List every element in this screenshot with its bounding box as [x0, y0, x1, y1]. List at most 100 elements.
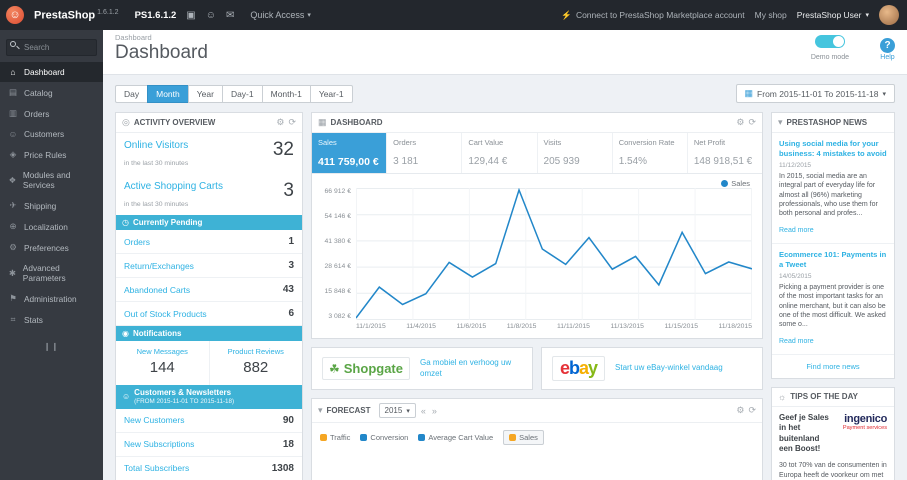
refresh-icon[interactable]: ⟳: [288, 117, 296, 128]
kpi-cart-value[interactable]: Cart Value 129,44 €: [462, 133, 538, 173]
year-select[interactable]: 2015 ▾: [378, 403, 416, 418]
legend-label: Conversion: [370, 433, 409, 442]
breadcrumb[interactable]: Dashboard: [115, 33, 895, 42]
x-tick: 11/15/2015: [664, 323, 698, 330]
forecast-legend-conversion[interactable]: Conversion: [360, 433, 408, 442]
gear-icon[interactable]: ⚙: [276, 117, 284, 128]
sidebar-item-dashboard[interactable]: ⌂ Dashboard: [0, 62, 103, 82]
refresh-icon[interactable]: ⟳: [748, 405, 756, 416]
range-button-month-1[interactable]: Month-1: [261, 84, 311, 103]
prestashop-logo-icon[interactable]: ☺: [6, 6, 24, 24]
legend-label: Sales: [519, 433, 538, 442]
messages-icon[interactable]: ✉: [226, 10, 234, 21]
brand-link[interactable]: PrestaShop 1.6.1.2: [34, 9, 119, 22]
demo-mode-control: Demo mode: [811, 35, 849, 61]
avatar[interactable]: [879, 5, 899, 25]
y-tick: 15 848 €: [324, 288, 351, 295]
kpi-sales[interactable]: Sales 411 759,00 €: [312, 133, 388, 173]
gear-icon[interactable]: ⚙: [736, 117, 744, 128]
range-button-day[interactable]: Day: [115, 84, 149, 103]
sidebar-item-stats[interactable]: ⌗ Stats: [0, 309, 103, 330]
ebay-link[interactable]: Start uw eBay-winkel vandaag: [615, 363, 723, 373]
user-menu-label: PrestaShop User: [796, 10, 862, 20]
sidebar-item-preferences[interactable]: ⚙ Preferences: [0, 237, 103, 258]
collapse-caret-icon[interactable]: ▾: [318, 405, 323, 416]
user-menu[interactable]: PrestaShop User ▾: [797, 10, 869, 20]
my-shop-link[interactable]: My shop: [755, 10, 787, 20]
kpi-conversion-rate[interactable]: Conversion Rate 1.54%: [613, 133, 688, 173]
dashboard-icon: ⌂: [10, 67, 16, 77]
chart-legend[interactable]: Sales: [721, 179, 750, 188]
find-more-news-link[interactable]: Find more news: [772, 355, 894, 378]
customers-icon[interactable]: ☺: [206, 10, 216, 21]
customers-row: Total Subscribers 1308: [116, 457, 302, 480]
marketplace-link[interactable]: ⚡ Connect to PrestaShop Marketplace acco…: [561, 10, 744, 21]
gear-icon[interactable]: ⚙: [736, 405, 744, 416]
question-icon: ?: [880, 38, 895, 53]
sidebar-item-customers[interactable]: ☺ Customers: [0, 124, 103, 144]
sidebar-item-label: Dashboard: [24, 67, 65, 77]
date-range-picker[interactable]: ▦ From 2015-11-01 To 2015-11-18 ▾: [735, 84, 895, 103]
news-article-title[interactable]: Ecommerce 101: Payments in a Tweet: [779, 250, 887, 270]
sidebar-item-administration[interactable]: ⚑ Administration: [0, 288, 103, 309]
news-article-title[interactable]: Using social media for your business: 4 …: [779, 139, 887, 159]
new-messages-link[interactable]: New Messages: [118, 347, 207, 356]
kpi-orders[interactable]: Orders 3 181: [387, 133, 463, 173]
legend-label: Sales: [731, 179, 750, 188]
active-carts-sub: in the last 30 minutes: [124, 201, 189, 208]
new-customers-link[interactable]: New Customers: [124, 415, 184, 425]
demo-mode-toggle[interactable]: [814, 35, 845, 48]
help-button[interactable]: ? Help: [880, 35, 895, 61]
shopgate-link[interactable]: Ga mobiel en verhoog uw omzet: [420, 358, 522, 379]
topbar: ☺ PrestaShop 1.6.1.2 PS1.6.1.2 ▣ ☺ ✉ Quic…: [0, 0, 907, 30]
forecast-legend-average-cart-value[interactable]: Average Cart Value: [418, 433, 493, 442]
sidebar-search: [0, 30, 103, 62]
dashboard-panel-title: DASHBOARD: [330, 118, 383, 127]
tip-body: 30 tot 70% van de consumenten in Europa …: [779, 462, 887, 480]
ingenico-brand: ingenico: [844, 412, 887, 425]
sidebar-item-localization[interactable]: ⊕ Localization: [0, 216, 103, 237]
activity-icon: ◎: [122, 117, 130, 127]
customers-section-title: Customers & Newsletters: [134, 388, 232, 397]
kpi-net-profit[interactable]: Net Profit 148 918,51 €: [688, 133, 762, 173]
sidebar-item-catalog[interactable]: ▤ Catalog: [0, 82, 103, 103]
range-button-year-1[interactable]: Year-1: [309, 84, 353, 103]
sidebar-item-modules[interactable]: ❖ Modules and Services: [0, 165, 103, 195]
read-more-link[interactable]: Read more: [779, 227, 814, 234]
y-tick: 66 912 €: [324, 188, 351, 195]
shipping-icon: ✈: [9, 200, 17, 210]
total-subscribers-link[interactable]: Total Subscribers: [124, 463, 189, 473]
active-carts-link[interactable]: Active Shopping Carts: [124, 181, 223, 200]
refresh-icon[interactable]: ⟳: [748, 117, 756, 128]
read-more-link[interactable]: Read more: [779, 338, 814, 345]
product-reviews-link[interactable]: Product Reviews: [212, 347, 301, 356]
quick-access-menu[interactable]: Quick Access ▾: [250, 10, 311, 20]
range-button-year[interactable]: Year: [187, 84, 223, 103]
out-of-stock-link[interactable]: Out of Stock Products: [124, 309, 207, 319]
sidebar-item-price-rules[interactable]: ◈ Price Rules: [0, 144, 103, 165]
forecast-legend-sales[interactable]: Sales: [503, 430, 544, 445]
prev-page-icon[interactable]: «: [420, 406, 427, 416]
next-page-icon[interactable]: »: [431, 406, 438, 416]
legend-dot-icon: [721, 180, 729, 187]
range-button-month[interactable]: Month: [147, 84, 189, 103]
cart-icon[interactable]: ▣: [186, 10, 195, 21]
kpi-label: Net Profit: [693, 138, 726, 147]
collapse-caret-icon[interactable]: ▾: [778, 117, 783, 128]
kpi-value: 205 939: [543, 156, 580, 167]
shopgate-brand: Shopgate: [343, 361, 403, 376]
news-article-excerpt: Picking a payment provider is one of the…: [779, 283, 886, 329]
forecast-legend-traffic[interactable]: Traffic: [320, 433, 350, 442]
sidebar-item-orders[interactable]: ▥ Orders: [0, 103, 103, 124]
pending-orders-link[interactable]: Orders: [124, 237, 150, 247]
abandoned-carts-link[interactable]: Abandoned Carts: [124, 285, 190, 295]
new-subscriptions-link[interactable]: New Subscriptions: [124, 439, 194, 449]
sidebar-item-advanced-parameters[interactable]: ✱ Advanced Parameters: [0, 258, 103, 288]
sidebar-item-shipping[interactable]: ✈ Shipping: [0, 195, 103, 216]
pending-returns-link[interactable]: Return/Exchanges: [124, 261, 194, 271]
range-button-day-1[interactable]: Day-1: [221, 84, 263, 103]
kpi-visits[interactable]: Visits 205 939: [538, 133, 613, 173]
online-visitors-link[interactable]: Online Visitors: [124, 140, 188, 159]
sidebar-collapse-button[interactable]: ❙❙: [0, 330, 103, 363]
shop-name-link[interactable]: PS1.6.1.2: [135, 10, 177, 21]
